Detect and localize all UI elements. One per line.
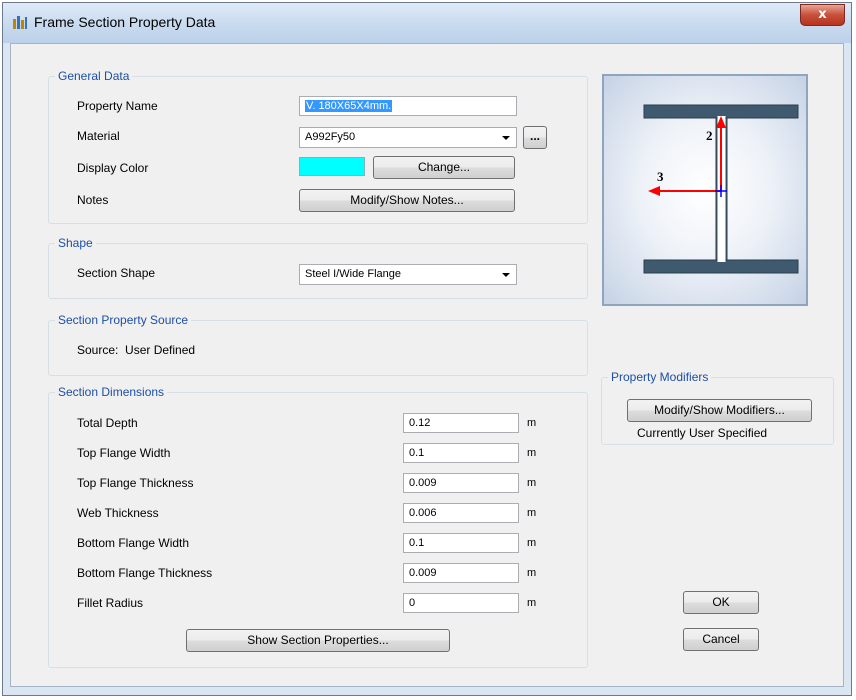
chevron-down-icon — [502, 136, 510, 140]
dimension-unit: m — [527, 417, 537, 429]
modify-show-modifiers-button[interactable]: Modify/Show Modifiers... — [627, 399, 812, 422]
dialog-body: General Data Property Name V. 180X65X4mm… — [10, 43, 844, 687]
dimension-label-web-thickness: Web Thickness — [77, 506, 159, 520]
section-property-source-legend: Section Property Source — [55, 313, 192, 327]
property-name-input[interactable]: V. 180X65X4mm. — [299, 96, 517, 116]
section-shape-value: Steel I/Wide Flange — [305, 268, 401, 280]
notes-label: Notes — [77, 193, 109, 207]
dimension-input-bottom-flange-width[interactable]: 0.1 — [403, 533, 519, 553]
dimension-input-fillet-radius[interactable]: 0 — [403, 593, 519, 613]
section-property-source-group: Section Property Source Source: User Def… — [48, 313, 588, 376]
dimension-unit: m — [527, 477, 537, 489]
dimension-input-top-flange-width[interactable]: 0.1 — [403, 443, 519, 463]
window-title: Frame Section Property Data — [34, 14, 216, 30]
material-more-button[interactable]: ... — [523, 126, 547, 149]
section-shape-select[interactable]: Steel I/Wide Flange — [299, 264, 517, 285]
dimension-input-web-thickness[interactable]: 0.006 — [403, 503, 519, 523]
material-value: A992Fy50 — [305, 131, 356, 143]
dimension-label-bottom-flange-width: Bottom Flange Width — [77, 536, 190, 550]
dimension-unit: m — [527, 597, 537, 609]
source-text: Source: User Defined — [77, 343, 196, 357]
dimension-input-bottom-flange-thickness[interactable]: 0.009 — [403, 563, 519, 583]
change-color-button[interactable]: Change... — [373, 156, 515, 179]
ok-button[interactable]: OK — [683, 591, 759, 614]
chevron-down-icon — [502, 273, 510, 277]
i-section-drawing: 2 3 — [643, 104, 799, 274]
general-data-legend: General Data — [55, 69, 133, 83]
property-modifiers-legend: Property Modifiers — [608, 370, 712, 384]
dimension-label-bottom-flange-thickness: Bottom Flange Thickness — [77, 566, 213, 580]
property-name-value: V. 180X65X4mm. — [305, 100, 393, 112]
axis-3-label: 3 — [657, 169, 664, 184]
close-button[interactable]: x — [800, 4, 845, 26]
modify-show-notes-button[interactable]: Modify/Show Notes... — [299, 189, 515, 212]
dimension-input-top-flange-thickness[interactable]: 0.009 — [403, 473, 519, 493]
modifiers-status: Currently User Specified — [637, 426, 768, 440]
material-select[interactable]: A992Fy50 — [299, 127, 517, 148]
show-section-properties-button[interactable]: Show Section Properties... — [186, 629, 450, 652]
dimension-unit: m — [527, 567, 537, 579]
dimension-unit: m — [527, 447, 537, 459]
shape-legend: Shape — [55, 236, 96, 250]
cancel-button[interactable]: Cancel — [683, 628, 759, 651]
section-shape-label: Section Shape — [77, 266, 156, 280]
title-bar[interactable]: Frame Section Property Data x — [3, 3, 851, 43]
dialog-window: Frame Section Property Data x General Da… — [2, 2, 852, 696]
dimension-label-top-flange-thickness: Top Flange Thickness — [77, 476, 194, 490]
general-data-group: General Data Property Name V. 180X65X4mm… — [48, 69, 588, 224]
axis-2-label: 2 — [706, 128, 713, 143]
dimension-unit: m — [527, 507, 537, 519]
material-label: Material — [77, 129, 120, 143]
section-preview: 2 3 — [602, 74, 808, 306]
app-icon — [13, 16, 27, 29]
display-color-label: Display Color — [77, 161, 149, 175]
dimension-label-top-flange-width: Top Flange Width — [77, 446, 171, 460]
shape-group: Shape Section Shape Steel I/Wide Flange — [48, 236, 588, 299]
dimension-label-total-depth: Total Depth — [77, 416, 138, 430]
dimension-label-fillet-radius: Fillet Radius — [77, 596, 144, 610]
section-dimensions-group: Section Dimensions Total Depth 0.12 m To… — [48, 385, 588, 668]
display-color-swatch — [299, 157, 365, 176]
property-modifiers-group: Property Modifiers Modify/Show Modifiers… — [601, 370, 834, 445]
property-name-label: Property Name — [77, 99, 158, 113]
section-dimensions-legend: Section Dimensions — [55, 385, 168, 399]
dimension-input-total-depth[interactable]: 0.12 — [403, 413, 519, 433]
dimension-unit: m — [527, 537, 537, 549]
